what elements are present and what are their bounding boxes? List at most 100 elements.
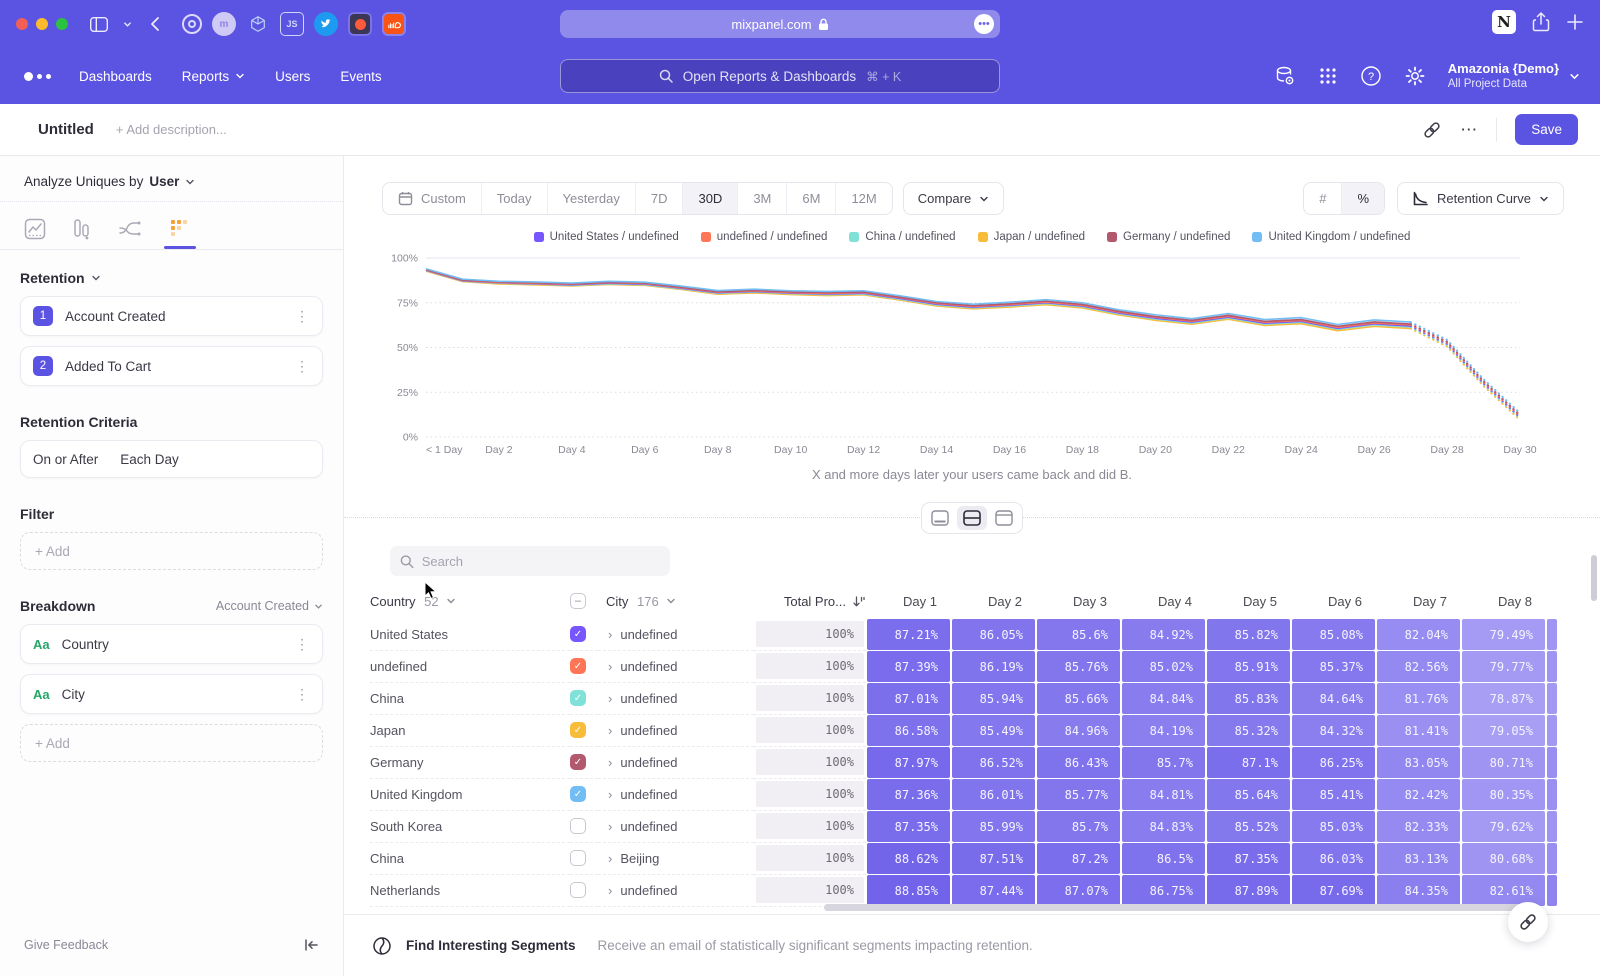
sort-icon[interactable]: [852, 595, 866, 608]
tab-flows[interactable]: [118, 214, 142, 249]
layout-table-only-icon[interactable]: [989, 506, 1019, 530]
cell-day-8[interactable]: 79.62%: [1462, 811, 1545, 842]
notion-extension-icon[interactable]: N: [1492, 10, 1516, 34]
expand-row-icon[interactable]: ›: [608, 627, 612, 642]
cell-day-5[interactable]: 85.52%: [1207, 811, 1290, 842]
step-more-icon[interactable]: ⋮: [295, 308, 310, 325]
table-search[interactable]: [390, 546, 670, 576]
cell-day-1[interactable]: 87.97%: [867, 747, 950, 778]
cell-day-4[interactable]: 86.5%: [1122, 843, 1205, 874]
legend-item[interactable]: China / undefined: [849, 231, 955, 243]
column-header-day-3[interactable]: Day 3: [1036, 588, 1121, 614]
retention-chart[interactable]: 100%75%50%25%0%< 1 DayDay 2Day 4Day 6Day…: [380, 250, 1562, 462]
cell-day-6[interactable]: 84.64%: [1292, 683, 1375, 714]
expand-row-icon[interactable]: ›: [608, 851, 612, 866]
patreon-icon[interactable]: [348, 12, 372, 36]
collapse-sidebar-icon[interactable]: [304, 938, 319, 952]
analyze-value[interactable]: User: [149, 174, 179, 189]
legend-item[interactable]: undefined / undefined: [701, 231, 828, 243]
vertical-scrollbar[interactable]: [1591, 555, 1597, 601]
cell-day-3[interactable]: 85.6%: [1037, 619, 1120, 650]
cell-day-1[interactable]: 87.35%: [867, 811, 950, 842]
retention-step-2[interactable]: 2Added To Cart⋮: [20, 346, 323, 386]
cell-day-2[interactable]: 87.51%: [952, 843, 1035, 874]
nav-item-events[interactable]: Events: [340, 69, 381, 84]
row-checkbox-checked[interactable]: ✓: [570, 658, 586, 674]
cell-day-3[interactable]: 86.43%: [1037, 747, 1120, 778]
cell-day-2[interactable]: 85.99%: [952, 811, 1035, 842]
column-header-day-6[interactable]: Day 6: [1291, 588, 1376, 614]
cell-day-2[interactable]: 86.19%: [952, 651, 1035, 682]
give-feedback-link[interactable]: Give Feedback: [24, 938, 108, 952]
new-tab-icon[interactable]: [1566, 13, 1584, 31]
expand-row-icon[interactable]: ›: [608, 659, 612, 674]
row-checkbox-unchecked[interactable]: [570, 818, 586, 834]
cell-day-4[interactable]: 84.84%: [1122, 683, 1205, 714]
cell-day-4[interactable]: 86.75%: [1122, 875, 1205, 906]
cell-day-4[interactable]: 85.7%: [1122, 747, 1205, 778]
cell-day-1[interactable]: 87.01%: [867, 683, 950, 714]
cell-day-8[interactable]: 79.49%: [1462, 619, 1545, 650]
tab-retention[interactable]: [168, 214, 192, 249]
cell-day-2[interactable]: 86.05%: [952, 619, 1035, 650]
column-header-total[interactable]: Total Pro...: [754, 588, 866, 614]
row-checkbox-unchecked[interactable]: [570, 850, 586, 866]
cell-day-2[interactable]: 87.44%: [952, 875, 1035, 906]
chevron-down-icon[interactable]: [120, 11, 134, 37]
range-6m[interactable]: 6M: [787, 183, 836, 214]
range-today[interactable]: Today: [482, 183, 548, 214]
select-all-checkbox[interactable]: –: [570, 588, 598, 614]
expand-row-icon[interactable]: ›: [608, 883, 612, 898]
unit-percent-toggle[interactable]: %: [1342, 183, 1384, 214]
zoom-window-button[interactable]: [56, 18, 68, 30]
cell-day-8[interactable]: 79.77%: [1462, 651, 1545, 682]
row-checkbox-checked[interactable]: ✓: [570, 722, 586, 738]
cell-day-4[interactable]: 84.83%: [1122, 811, 1205, 842]
segments-title[interactable]: Find Interesting Segments: [406, 938, 576, 953]
cell-day-2[interactable]: 85.49%: [952, 715, 1035, 746]
cell-day-2[interactable]: 86.52%: [952, 747, 1035, 778]
address-bar[interactable]: mixpanel.com •••: [560, 10, 1000, 38]
compare-button[interactable]: Compare: [903, 182, 1004, 215]
cell-day-8[interactable]: 80.71%: [1462, 747, 1545, 778]
global-search-button[interactable]: Open Reports & Dashboards ⌘ + K: [560, 59, 1000, 93]
cell-day-7[interactable]: 82.42%: [1377, 779, 1460, 810]
target-icon[interactable]: [182, 14, 202, 34]
criteria-each-day[interactable]: Each Day: [120, 452, 310, 467]
page-actions-icon[interactable]: •••: [974, 14, 994, 34]
cell-day-7[interactable]: 82.04%: [1377, 619, 1460, 650]
project-switcher[interactable]: Amazonia {Demo} All Project Data: [1448, 61, 1580, 92]
column-header-day-7[interactable]: Day 7: [1376, 588, 1461, 614]
cell-day-3[interactable]: 87.2%: [1037, 843, 1120, 874]
cell-city[interactable]: ›undefined: [598, 874, 754, 907]
horizontal-scrollbar[interactable]: [824, 904, 1530, 911]
layout-split-icon[interactable]: [957, 506, 987, 530]
cell-day-6[interactable]: 85.41%: [1292, 779, 1375, 810]
nav-item-dashboards[interactable]: Dashboards: [79, 69, 152, 84]
expand-row-icon[interactable]: ›: [608, 723, 612, 738]
row-checkbox-checked[interactable]: ✓: [570, 786, 586, 802]
retention-step-1[interactable]: 1Account Created⋮: [20, 296, 323, 336]
nav-item-reports[interactable]: Reports: [182, 69, 245, 84]
sidebar-toggle-icon[interactable]: [86, 11, 112, 37]
unit-count-toggle[interactable]: #: [1304, 183, 1342, 214]
expand-row-icon[interactable]: ›: [608, 819, 612, 834]
cell-day-3[interactable]: 85.77%: [1037, 779, 1120, 810]
cell-day-3[interactable]: 84.96%: [1037, 715, 1120, 746]
expand-row-icon[interactable]: ›: [608, 755, 612, 770]
cell-day-7[interactable]: 81.76%: [1377, 683, 1460, 714]
data-management-icon[interactable]: [1274, 65, 1296, 87]
cell-day-6[interactable]: 86.25%: [1292, 747, 1375, 778]
column-header-day-5[interactable]: Day 5: [1206, 588, 1291, 614]
column-header-day-8[interactable]: Day 8: [1461, 588, 1546, 614]
cell-day-2[interactable]: 85.94%: [952, 683, 1035, 714]
cell-day-5[interactable]: 85.32%: [1207, 715, 1290, 746]
cell-day-8[interactable]: 80.35%: [1462, 779, 1545, 810]
cell-day-2[interactable]: 86.01%: [952, 779, 1035, 810]
filter-add-button[interactable]: + Add: [20, 532, 323, 570]
expand-row-icon[interactable]: ›: [608, 787, 612, 802]
tab-funnels[interactable]: [72, 214, 92, 249]
breakdown-country[interactable]: AaCountry⋮: [20, 624, 323, 664]
cell-day-1[interactable]: 87.21%: [867, 619, 950, 650]
cell-day-6[interactable]: 87.69%: [1292, 875, 1375, 906]
